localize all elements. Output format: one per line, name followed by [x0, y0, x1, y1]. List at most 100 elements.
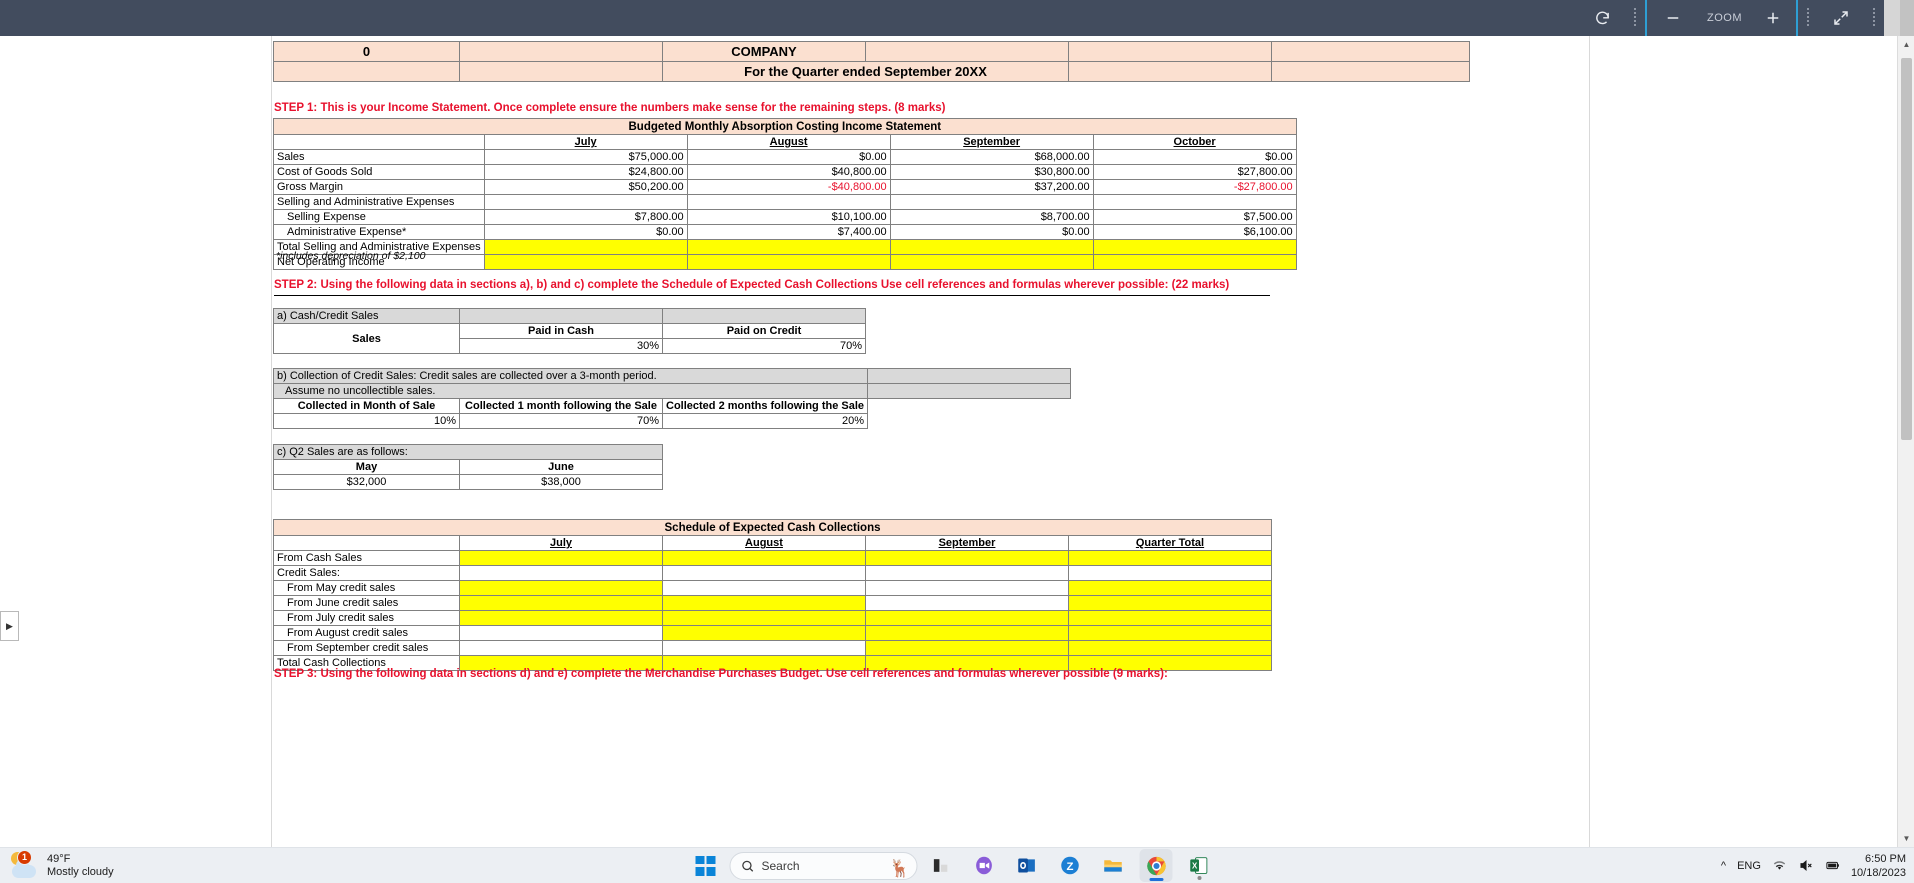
data-cell[interactable]: $7,400.00	[686, 224, 891, 240]
row-label: From June credit sales	[273, 595, 460, 611]
table-row: Gross Margin $50,200.00 -$40,800.00 $37,200…	[273, 179, 1297, 195]
data-cell[interactable]	[1068, 550, 1272, 566]
data-cell[interactable]	[1092, 194, 1297, 210]
data-cell[interactable]	[662, 610, 866, 626]
weather-widget[interactable]: 1 49°F Mostly cloudy	[0, 849, 300, 880]
taskbar-app-outlook[interactable]	[1011, 849, 1044, 882]
vertical-scrollbar[interactable]: ▲ ▼	[1897, 36, 1914, 847]
data-cell[interactable]	[1068, 580, 1272, 596]
section-b-block: b) Collection of Credit Sales: Credit sa…	[273, 368, 1072, 429]
data-cell[interactable]	[889, 239, 1094, 255]
scrollbar-thumb[interactable]	[1901, 58, 1912, 440]
right-gutter	[1589, 36, 1858, 847]
data-cell[interactable]	[483, 254, 688, 270]
data-cell[interactable]	[459, 625, 663, 641]
scroll-up-button[interactable]: ▲	[1898, 36, 1914, 53]
clock[interactable]: 6:50 PM 10/18/2023	[1851, 852, 1906, 880]
data-cell[interactable]	[1068, 595, 1272, 611]
data-cell[interactable]: $37,200.00	[889, 179, 1094, 195]
data-cell[interactable]: $75,000.00	[483, 149, 688, 165]
data-cell[interactable]: $7,500.00	[1092, 209, 1297, 225]
data-cell[interactable]	[459, 595, 663, 611]
data-cell[interactable]	[1092, 254, 1297, 270]
data-cell[interactable]: -$40,800.00	[686, 179, 891, 195]
volume-muted-icon[interactable]	[1798, 858, 1814, 873]
data-cell[interactable]	[865, 640, 1069, 656]
data-cell[interactable]	[889, 194, 1094, 210]
data-cell[interactable]	[889, 254, 1094, 270]
data-cell[interactable]	[865, 595, 1069, 611]
data-cell[interactable]	[662, 625, 866, 641]
search-icon	[742, 860, 754, 872]
data-cell[interactable]: $0.00	[889, 224, 1094, 240]
data-cell[interactable]: $0.00	[1092, 149, 1297, 165]
side-panel-toggle[interactable]: ▶	[0, 611, 19, 641]
toolbar-controls: ZOOM	[1579, 0, 1914, 36]
cash-collections-col-september: September	[865, 535, 1069, 551]
search-input[interactable]: Search 🦌	[729, 851, 918, 880]
data-cell[interactable]: $0.00	[686, 149, 891, 165]
data-cell[interactable]	[865, 625, 1069, 641]
wifi-icon[interactable]	[1772, 858, 1787, 873]
data-cell[interactable]	[483, 239, 688, 255]
data-cell[interactable]: $7,800.00	[483, 209, 688, 225]
data-cell[interactable]: $68,000.00	[889, 149, 1094, 165]
data-cell[interactable]: $8,700.00	[889, 209, 1094, 225]
data-cell[interactable]	[459, 640, 663, 656]
data-cell[interactable]	[662, 580, 866, 596]
data-cell[interactable]	[662, 640, 866, 656]
taskbar-app-zotero[interactable]: Z	[1054, 849, 1087, 882]
data-cell[interactable]: $6,100.00	[1092, 224, 1297, 240]
data-cell[interactable]	[865, 580, 1069, 596]
taskbar-app-chrome[interactable]	[1139, 849, 1173, 882]
taskbar-app-zoom[interactable]	[968, 849, 1001, 882]
data-cell[interactable]: $10,100.00	[686, 209, 891, 225]
table-row: 0 COMPANY	[273, 41, 1470, 62]
data-cell[interactable]	[459, 550, 663, 566]
data-cell[interactable]: $24,800.00	[483, 164, 688, 180]
data-cell[interactable]	[459, 580, 663, 596]
data-cell[interactable]	[459, 610, 663, 626]
data-cell[interactable]: $30,800.00	[889, 164, 1094, 180]
data-cell[interactable]	[865, 565, 1069, 581]
data-cell[interactable]: -$27,800.00	[1092, 179, 1297, 195]
scroll-down-button[interactable]: ▼	[1898, 830, 1914, 847]
svg-text:X: X	[1192, 862, 1198, 871]
data-cell[interactable]	[483, 194, 688, 210]
taskbar-app-excel[interactable]: X	[1183, 849, 1216, 882]
period-spacer-1	[273, 61, 460, 82]
file-explorer-icon	[1104, 860, 1122, 872]
data-cell[interactable]	[1068, 640, 1272, 656]
table-row: Assume no uncollectible sales.	[273, 383, 1072, 399]
data-cell[interactable]	[686, 194, 891, 210]
rotate-button[interactable]	[1579, 0, 1625, 36]
data-cell[interactable]	[662, 550, 866, 566]
start-button[interactable]	[695, 855, 716, 876]
data-cell[interactable]	[1092, 239, 1297, 255]
data-cell[interactable]	[662, 595, 866, 611]
fullscreen-button[interactable]	[1818, 0, 1864, 36]
data-cell[interactable]	[1068, 565, 1272, 581]
data-cell[interactable]	[459, 565, 663, 581]
show-hidden-icons-button[interactable]: ^	[1721, 860, 1726, 872]
taskbar-app-lenovo[interactable]	[925, 849, 958, 882]
section-a-value-cash: 30%	[459, 338, 663, 354]
data-cell[interactable]: $50,200.00	[483, 179, 688, 195]
data-cell[interactable]: $40,800.00	[686, 164, 891, 180]
data-cell[interactable]: $27,800.00	[1092, 164, 1297, 180]
taskbar-app-file-explorer[interactable]	[1097, 849, 1130, 882]
data-cell[interactable]	[865, 610, 1069, 626]
data-cell[interactable]	[662, 565, 866, 581]
period-title: For the Quarter ended September 20XX	[662, 61, 1069, 82]
data-cell[interactable]: $0.00	[483, 224, 688, 240]
toolbar-end-cap	[1884, 0, 1900, 36]
language-indicator[interactable]: ENG	[1737, 860, 1761, 872]
data-cell[interactable]	[686, 254, 891, 270]
battery-icon[interactable]	[1825, 858, 1840, 873]
data-cell[interactable]	[865, 550, 1069, 566]
data-cell[interactable]	[686, 239, 891, 255]
data-cell[interactable]	[1068, 625, 1272, 641]
data-cell[interactable]	[1068, 610, 1272, 626]
zoom-in-button[interactable]	[1750, 0, 1796, 36]
zoom-out-button[interactable]	[1647, 0, 1699, 36]
